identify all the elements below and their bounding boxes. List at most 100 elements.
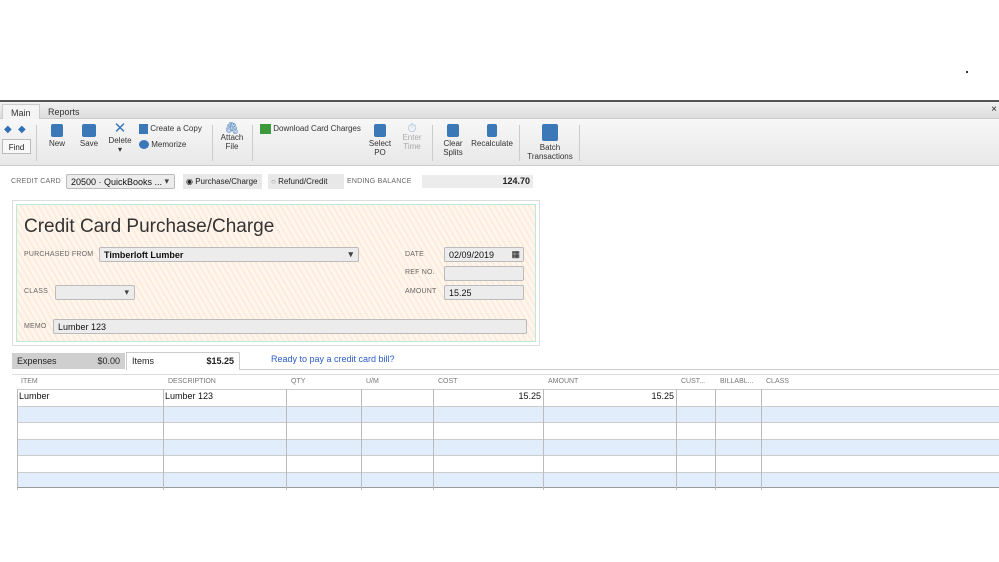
date-label: DATE — [405, 251, 424, 258]
credit-card-label: CREDIT CARD — [11, 178, 61, 185]
batch-transactions-button[interactable]: Batch Transactions — [525, 124, 575, 161]
amount-label: AMOUNT — [405, 288, 437, 295]
create-copy-button[interactable]: Create a Copy — [139, 124, 202, 134]
credit-card-value: 20500 · QuickBooks ... — [71, 177, 163, 187]
class-label: CLASS — [24, 288, 48, 295]
col-customer[interactable]: CUST... — [677, 375, 709, 388]
clear-label: Clear — [443, 139, 463, 148]
cell-cost[interactable]: 15.25 — [434, 391, 541, 401]
memorize-button[interactable]: Memorize — [139, 140, 187, 150]
table-row[interactable] — [17, 405, 999, 422]
po-label: PO — [374, 148, 386, 157]
table-row[interactable] — [17, 422, 999, 439]
radio-empty-icon: ○ — [271, 177, 276, 186]
vendor-value: Timberloft Lumber — [104, 250, 184, 260]
credit-card-select[interactable]: 20500 · QuickBooks ... — [66, 174, 175, 189]
expenses-total: $0.00 — [97, 356, 120, 366]
file-label: File — [225, 142, 239, 151]
table-row[interactable] — [17, 455, 999, 472]
download-icon — [260, 124, 271, 134]
ribbon-tabs: Main Reports × — [0, 102, 999, 119]
calendar-icon[interactable]: ▦ — [511, 249, 520, 260]
save-icon — [82, 124, 96, 137]
col-cost[interactable]: COST — [434, 375, 461, 388]
items-label: Items — [132, 356, 155, 366]
tab-expenses[interactable]: Expenses $0.00 — [12, 353, 125, 369]
purchased-from-label: PURCHASED FROM — [24, 251, 94, 258]
download-label: Download Card Charges — [273, 124, 361, 134]
time-label: Time — [403, 142, 421, 151]
calculator-icon — [487, 124, 497, 137]
cell-description[interactable]: Lumber 123 — [165, 391, 213, 401]
select-label: Select — [368, 139, 392, 148]
save-label: Save — [79, 139, 99, 148]
col-item[interactable]: ITEM — [17, 375, 42, 388]
table-row[interactable] — [17, 471, 999, 488]
purchase-charge-radio[interactable]: ◉ Purchase/Charge — [183, 174, 262, 189]
class-select[interactable] — [55, 285, 135, 300]
col-billable[interactable]: BILLABL... — [716, 375, 757, 388]
copy-icon — [139, 124, 148, 134]
cell-item[interactable]: Lumber — [19, 391, 50, 401]
tab-reports[interactable]: Reports — [40, 104, 88, 119]
ref-no-field[interactable] — [444, 266, 524, 281]
col-class[interactable]: CLASS — [762, 375, 793, 388]
date-field[interactable]: 02/09/2019 ▦ — [444, 247, 524, 262]
transactions-label: Transactions — [527, 152, 573, 161]
find-button[interactable]: Find — [2, 139, 31, 154]
refund-credit-label: Refund/Credit — [278, 177, 328, 186]
new-doc-icon — [51, 124, 63, 137]
enter-label: Enter — [402, 133, 422, 142]
ending-balance-label: ENDING BALANCE — [347, 178, 412, 185]
select-po-button[interactable]: Select PO — [368, 124, 392, 157]
enter-time-button[interactable]: ⏱ Enter Time — [400, 122, 424, 151]
save-button[interactable]: Save — [78, 124, 100, 148]
items-total: $15.25 — [206, 356, 234, 366]
expenses-label: Expenses — [17, 356, 57, 366]
ref-no-label: REF NO. — [405, 269, 435, 276]
attach-file-button[interactable]: 🖇 Attach File — [219, 121, 245, 151]
prev-arrow-icon[interactable]: ◆ — [4, 124, 12, 135]
close-icon[interactable]: × — [991, 104, 997, 115]
radio-selected-icon: ◉ — [186, 177, 193, 186]
refund-credit-radio[interactable]: ○ Refund/Credit — [268, 174, 344, 189]
items-table: ITEM DESCRIPTION QTY U/M COST AMOUNT CUS… — [12, 374, 999, 490]
memorize-label: Memorize — [151, 140, 187, 149]
memo-label: MEMO — [24, 323, 47, 330]
batch-icon — [542, 124, 558, 141]
memorize-icon — [139, 140, 149, 150]
paperclip-icon: 🖇 — [224, 121, 240, 135]
create-copy-label: Create a Copy — [150, 124, 202, 134]
form-title: Credit Card Purchase/Charge — [24, 216, 275, 237]
next-arrow-icon[interactable]: ◆ — [18, 124, 26, 135]
stray-dot — [966, 71, 968, 73]
batch-label: Batch — [539, 143, 561, 152]
col-amount[interactable]: AMOUNT — [544, 375, 582, 388]
new-button[interactable]: New — [47, 124, 67, 148]
amount-field[interactable]: 15.25 — [444, 285, 524, 300]
recalculate-button[interactable]: Recalculate — [470, 124, 514, 148]
new-label: New — [48, 139, 65, 148]
purchase-charge-label: Purchase/Charge — [195, 177, 258, 186]
date-value: 02/09/2019 — [449, 250, 495, 260]
col-qty[interactable]: QTY — [287, 375, 309, 388]
recalculate-label: Recalculate — [471, 139, 513, 148]
purchased-from-select[interactable]: Timberloft Lumber — [99, 247, 359, 262]
delete-button[interactable]: ✕ Delete ▾ — [107, 120, 133, 154]
clear-splits-button[interactable]: Clear Splits — [440, 124, 466, 157]
col-description[interactable]: DESCRIPTION — [164, 375, 220, 388]
pay-credit-card-link[interactable]: Ready to pay a credit card bill? — [271, 354, 395, 364]
tab-main[interactable]: Main — [2, 104, 40, 119]
attach-label: Attach — [220, 133, 244, 142]
memo-field[interactable]: Lumber 123 — [53, 319, 527, 334]
col-um[interactable]: U/M — [362, 375, 383, 388]
table-row[interactable] — [17, 438, 999, 455]
ending-balance-value: 124.70 — [422, 175, 533, 188]
cell-amount[interactable]: 15.25 — [544, 391, 674, 401]
delete-x-icon: ✕ — [113, 120, 127, 137]
splits-label: Splits — [443, 148, 463, 157]
delete-label: Delete — [108, 136, 132, 145]
clear-splits-icon — [447, 124, 459, 137]
tab-items[interactable]: Items $15.25 — [126, 352, 240, 370]
download-card-charges-button[interactable]: Download Card Charges — [260, 124, 361, 134]
